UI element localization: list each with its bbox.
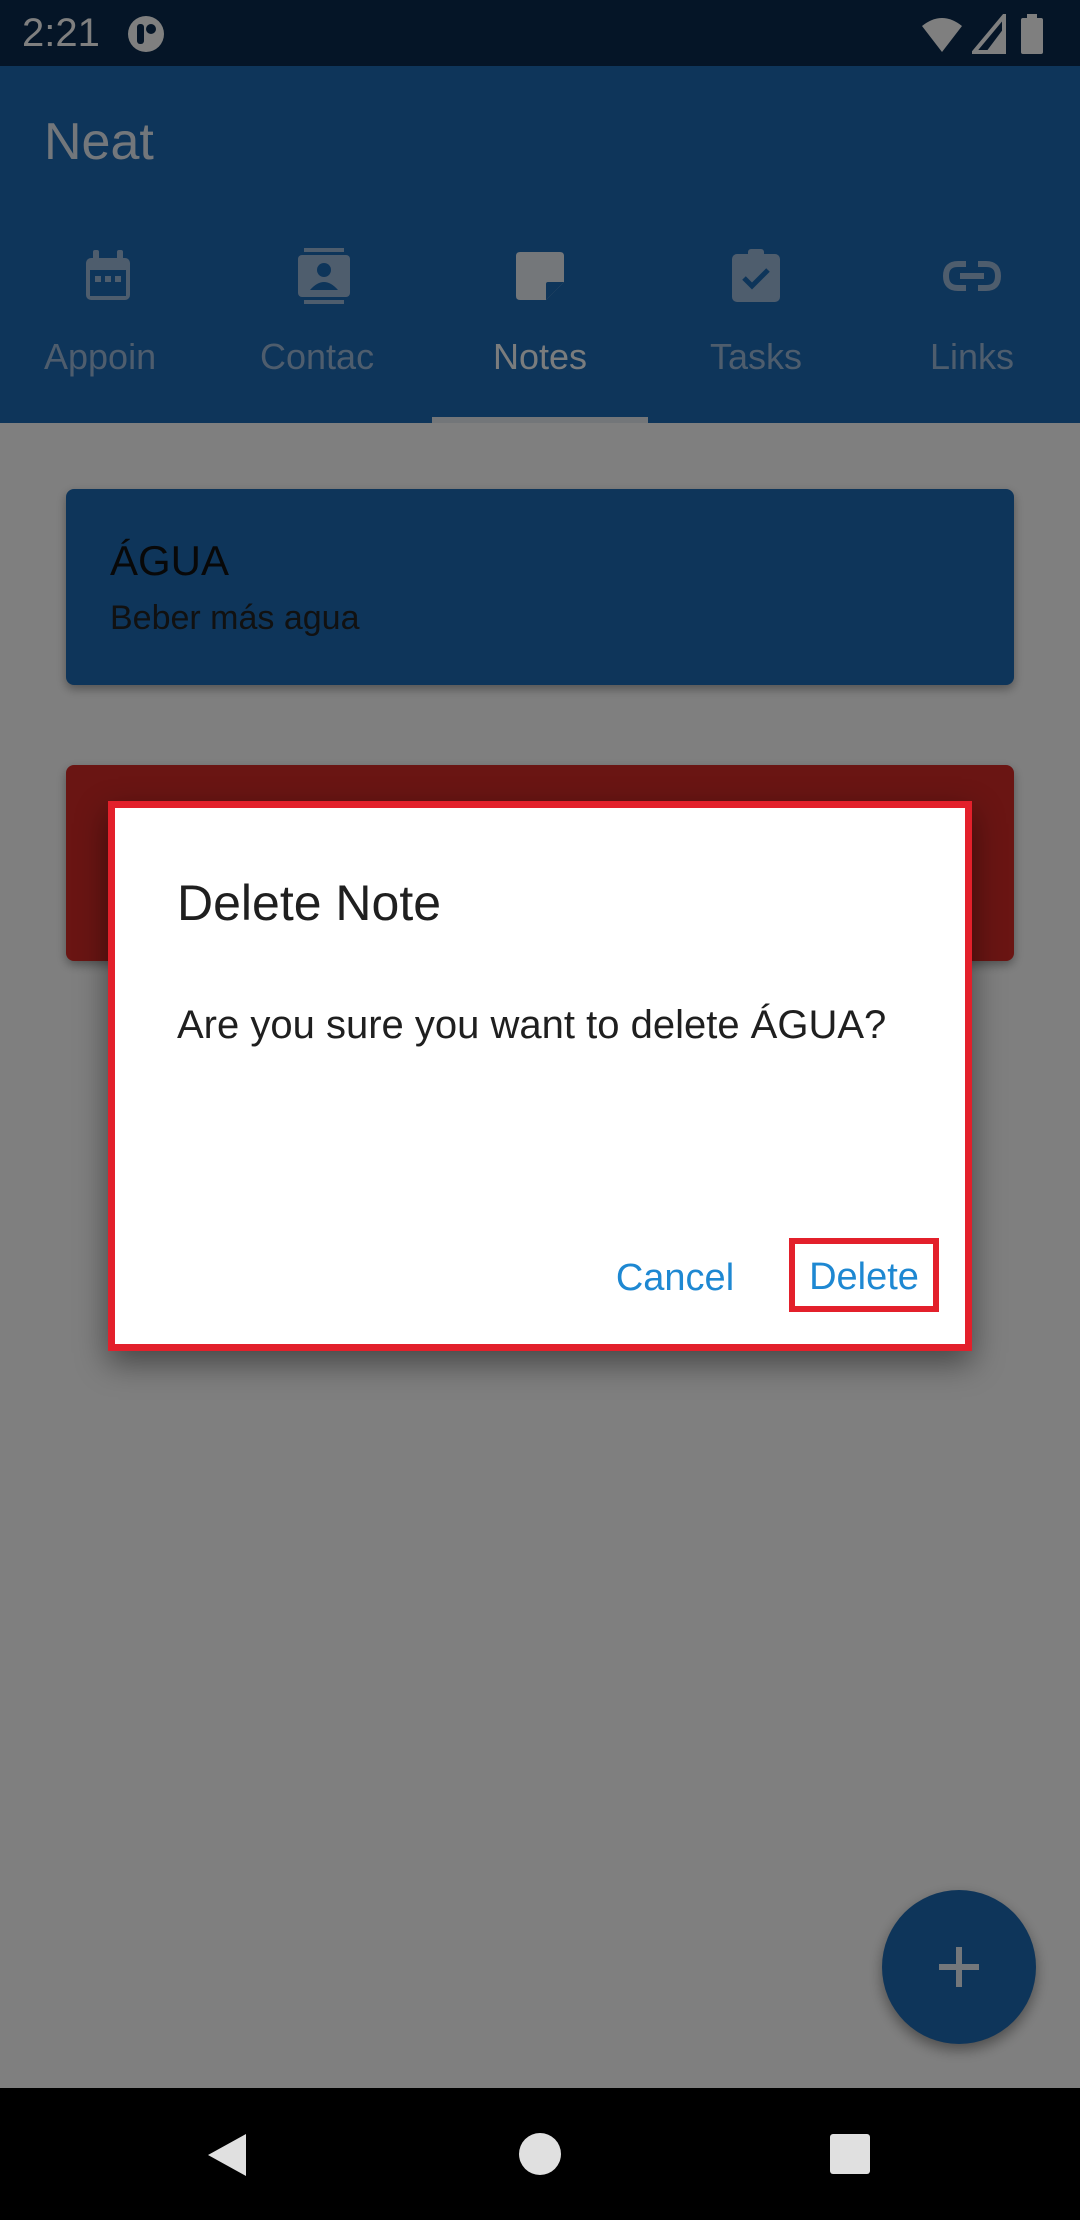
screen: 2:21 Neat bbox=[0, 0, 1080, 2220]
delete-note-dialog: Delete Note Are you sure you want to del… bbox=[108, 801, 972, 1351]
delete-button[interactable]: Delete bbox=[789, 1238, 939, 1312]
back-icon[interactable] bbox=[204, 2132, 248, 2178]
dialog-actions: Cancel Delete bbox=[115, 1238, 965, 1318]
system-nav-bar bbox=[0, 2088, 1080, 2220]
cancel-button[interactable]: Cancel bbox=[595, 1238, 755, 1318]
home-icon[interactable] bbox=[518, 2132, 562, 2176]
dialog-title: Delete Note bbox=[177, 875, 442, 931]
recents-icon[interactable] bbox=[828, 2132, 872, 2176]
dialog-message: Are you sure you want to delete ÁGUA? bbox=[177, 1003, 887, 1047]
